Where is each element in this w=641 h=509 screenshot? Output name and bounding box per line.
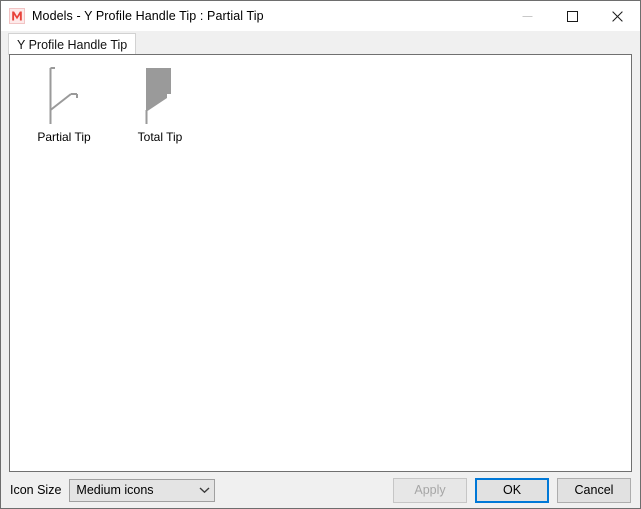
title-bar: Models - Y Profile Handle Tip : Partial …	[1, 1, 640, 31]
window-controls	[505, 1, 640, 31]
ok-button[interactable]: OK	[475, 477, 549, 503]
total-tip-filled-icon	[128, 65, 192, 127]
icon-size-label: Icon Size	[10, 483, 62, 497]
icon-size-value: Medium icons	[76, 483, 154, 497]
minimize-button[interactable]	[505, 1, 550, 31]
maximize-button[interactable]	[550, 1, 595, 31]
apply-button[interactable]: Apply	[393, 477, 467, 503]
cancel-button-label: Cancel	[574, 483, 614, 497]
chevron-down-icon[interactable]	[194, 480, 214, 501]
red-m-logo-icon	[9, 8, 25, 24]
window-title: Models - Y Profile Handle Tip : Partial …	[32, 9, 264, 23]
cancel-button[interactable]: Cancel	[557, 477, 631, 503]
tab-strip: Y Profile Handle Tip	[1, 31, 640, 55]
content-area: Partial Tip Total Tip	[1, 54, 640, 472]
models-list-panel[interactable]: Partial Tip Total Tip	[9, 54, 632, 472]
partial-tip-outline-icon	[32, 65, 96, 127]
list-item[interactable]: Total Tip	[112, 61, 208, 149]
close-button[interactable]	[595, 1, 640, 31]
models-dialog-window: Models - Y Profile Handle Tip : Partial …	[0, 0, 641, 509]
icon-size-select[interactable]: Medium icons	[69, 478, 216, 502]
list-item[interactable]: Partial Tip	[16, 61, 112, 149]
apply-button-label: Apply	[414, 483, 446, 497]
tab-label: Y Profile Handle Tip	[17, 37, 128, 52]
footer-bar: Icon Size Medium icons Apply OK Cancel	[1, 472, 640, 508]
tab-y-profile-handle-tip[interactable]: Y Profile Handle Tip	[8, 33, 137, 55]
list-item-label: Partial Tip	[37, 130, 91, 144]
ok-button-label: OK	[502, 483, 522, 497]
list-item-label: Total Tip	[137, 130, 183, 144]
